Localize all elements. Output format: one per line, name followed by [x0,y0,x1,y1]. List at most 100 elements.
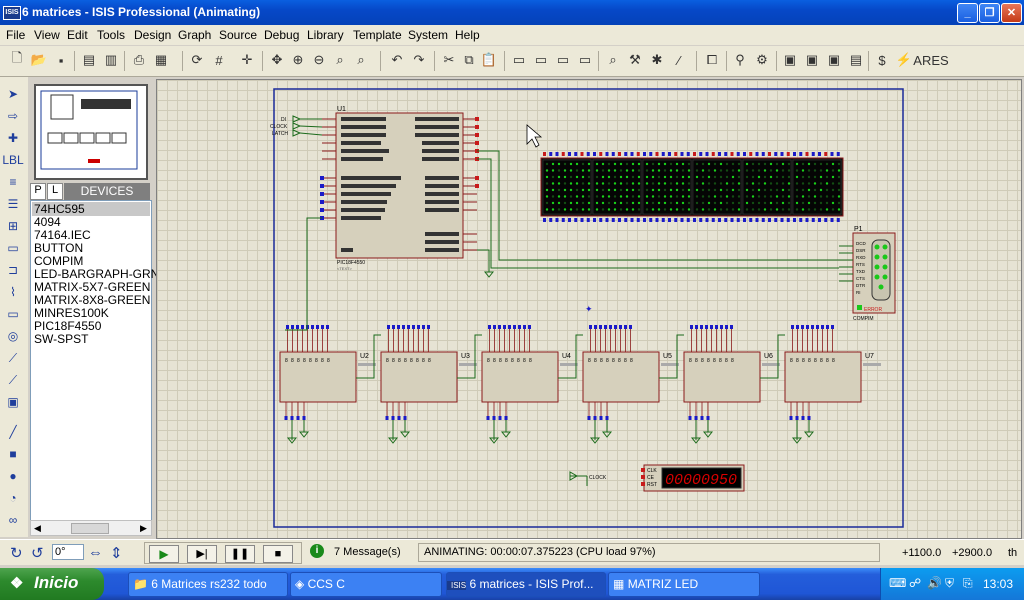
paste-icon[interactable]: 📋 [480,51,498,69]
menu-edit[interactable]: Edit [67,28,88,42]
remove-sheet-icon[interactable]: ▣ [803,51,821,69]
tape-recorder-icon[interactable]: ▭ [4,305,22,323]
device-pin-icon[interactable]: ⊐ [4,261,22,279]
export-icon[interactable]: ▥ [102,51,120,69]
decompose-icon[interactable]: ⁄ [670,51,688,69]
menu-help[interactable]: Help [455,28,480,42]
junction-dot-icon[interactable]: ✚ [4,129,22,147]
undo-icon[interactable]: ↶ [388,51,406,69]
mirror-y-icon[interactable]: ⇕ [110,544,123,562]
box-2d-icon[interactable]: ■ [4,445,22,463]
subcircuit-icon[interactable]: ⊞ [4,217,22,235]
device-item[interactable]: PIC18F4550 [34,319,101,333]
message-count[interactable]: 7 Message(s) [334,546,401,562]
save-icon[interactable]: ▪ [52,51,70,69]
device-list-hscrollbar[interactable]: ◀ ▶ [30,520,152,536]
keyboard-icon[interactable]: ⌨ [889,576,906,590]
device-item[interactable]: MATRIX-8X8-GREEN [34,293,150,307]
wire-autorouter-icon[interactable]: ⧠ [703,51,721,69]
graph-mode-icon[interactable]: ⌇ [4,283,22,301]
schematic-canvas[interactable]: U1 PIC18F4550 <TEXT> DI CLOCK LATCH P1 D… [156,79,1022,539]
device-item[interactable]: COMPIM [34,254,83,268]
electrical-check-icon[interactable]: ⚡ [895,51,913,69]
copy-icon[interactable]: ⧉ [460,51,478,69]
network-icon[interactable]: ☍ [909,576,921,590]
taskbar-item[interactable]: ◈ CCS C [290,572,442,597]
block-move-icon[interactable]: ▭ [532,51,550,69]
component-mode-icon[interactable]: ⇨ [4,107,22,125]
minimize-button[interactable]: _ [957,3,978,23]
device-item[interactable]: 4094 [34,215,61,229]
import-icon[interactable]: ▤ [80,51,98,69]
make-device-icon[interactable]: ⚒ [626,51,644,69]
rotate-ccw-icon[interactable]: ↺ [31,544,44,562]
pick-device-button[interactable]: P [30,183,46,200]
redo-icon[interactable]: ↷ [410,51,428,69]
close-button[interactable]: ✕ [1001,3,1022,23]
pan-icon[interactable]: ✥ [268,51,286,69]
line-2d-icon[interactable]: ╱ [4,423,22,441]
block-rotate-icon[interactable]: ▭ [554,51,572,69]
overview-window[interactable] [34,84,148,180]
zoom-area-icon[interactable]: ⌕ [352,51,370,69]
menu-tools[interactable]: Tools [97,28,125,42]
menu-library[interactable]: Library [307,28,344,42]
taskbar-item[interactable]: 📁 6 Matrices rs232 todo [128,572,288,597]
maximize-button[interactable]: ❐ [979,3,1000,23]
origin-icon[interactable]: ✛ [238,51,256,69]
shield-icon[interactable]: ⛨ [945,576,954,591]
bill-of-materials-icon[interactable]: $ [873,51,891,69]
ares-icon[interactable]: ARES [913,51,948,69]
menu-template[interactable]: Template [353,28,402,42]
rotate-cw-icon[interactable]: ↻ [10,544,23,562]
text-script-icon[interactable]: ≡ [4,173,22,191]
rotation-input[interactable] [52,544,84,560]
zoom-out-icon[interactable]: ⊖ [310,51,328,69]
menu-file[interactable]: File [6,28,25,42]
open-folder-icon[interactable]: 📂 [30,51,48,69]
menu-design[interactable]: Design [134,28,171,42]
netlist-icon[interactable]: ▤ [847,51,865,69]
pause-button[interactable]: ❚❚ [225,545,255,563]
device-item[interactable]: LED-BARGRAPH-GRN [34,267,159,281]
menu-graph[interactable]: Graph [178,28,211,42]
property-tool-icon[interactable]: ⚙ [753,51,771,69]
block-delete-icon[interactable]: ▭ [576,51,594,69]
title-bar[interactable]: ISIS 6 matrices - ISIS Professional (Ani… [0,0,1024,25]
device-list[interactable]: 74HC595 4094 74164.IEC BUTTON COMPIM LED… [30,200,159,522]
menu-source[interactable]: Source [219,28,257,42]
cut-icon[interactable]: ✂ [440,51,458,69]
scroll-left-icon[interactable]: ◀ [31,521,44,535]
grid-icon[interactable]: # [210,51,228,69]
usb-icon[interactable]: ⎘ [963,576,973,591]
terminal-icon[interactable]: ▭ [4,239,22,257]
print-area-icon[interactable]: ▦ [152,51,170,69]
generator-icon[interactable]: ◎ [4,327,22,345]
volume-icon[interactable]: 🔊 [927,576,942,590]
redraw-icon[interactable]: ⟳ [188,51,206,69]
menu-view[interactable]: View [34,28,60,42]
voltage-probe-icon[interactable]: ⟋ [4,349,22,367]
start-button[interactable]: ❖ Inicio [0,568,104,600]
device-item[interactable]: SW-SPST [34,332,88,346]
block-copy-icon[interactable]: ▭ [510,51,528,69]
device-item[interactable]: BUTTON [34,241,83,255]
selection-mode-icon[interactable]: ➤ [4,85,22,103]
taskbar-item[interactable]: ▦ MATRIZ LED [608,572,760,597]
menu-debug[interactable]: Debug [264,28,299,42]
wire-label-icon[interactable]: LBL [2,151,23,169]
scroll-thumb[interactable] [71,523,109,534]
menu-system[interactable]: System [408,28,448,42]
stop-button[interactable]: ■ [263,545,293,563]
mirror-x-icon[interactable]: ⇔ [88,544,103,561]
pick-device-icon[interactable]: ⌕ [604,51,622,69]
goto-sheet-icon[interactable]: ▣ [825,51,843,69]
new-file-icon[interactable]: 🗋 [8,50,26,69]
device-item[interactable]: 74HC595 [32,202,150,216]
path-2d-icon[interactable]: ∞ [4,511,22,529]
bus-icon[interactable]: ☰ [4,195,22,213]
play-button[interactable]: ▶ [149,545,179,563]
circle-2d-icon[interactable]: ● [4,467,22,485]
print-icon[interactable]: ⎙ [130,51,148,69]
step-button[interactable]: ▶| [187,545,217,563]
